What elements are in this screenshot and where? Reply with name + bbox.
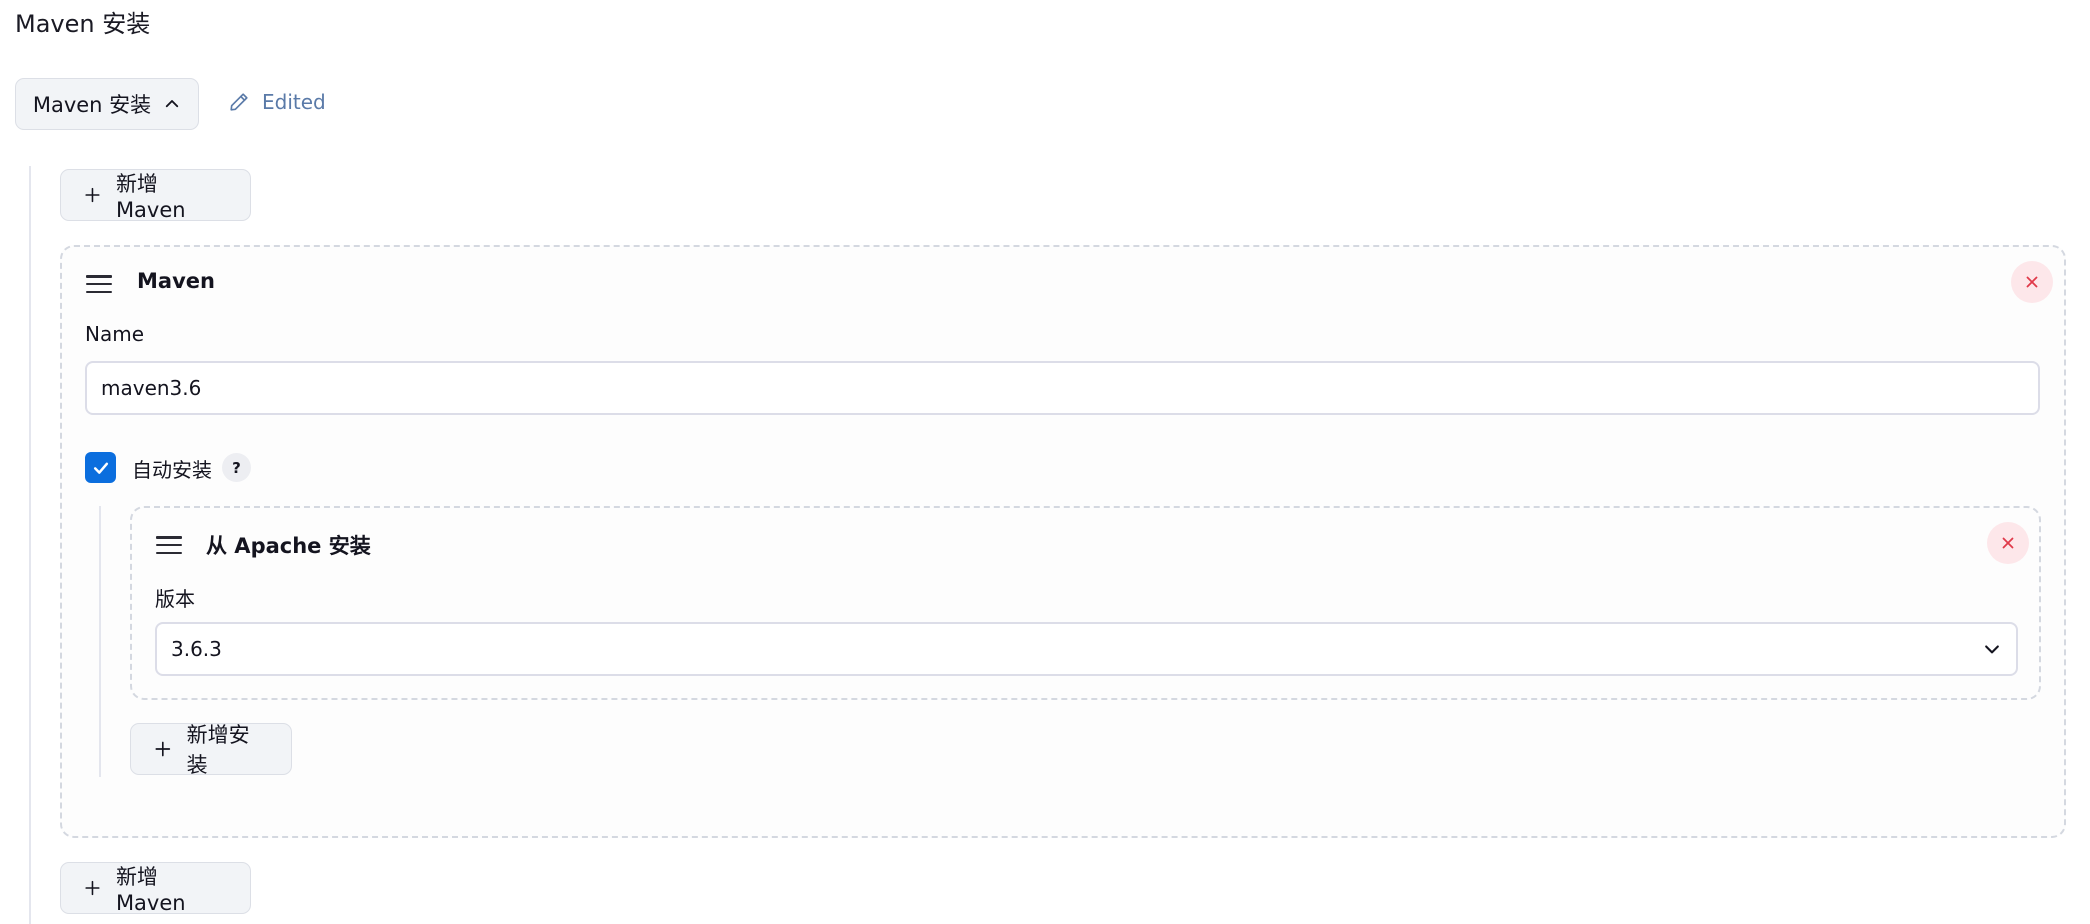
maven-card-title: Maven [137,269,215,293]
chevron-up-icon [165,100,179,108]
maven-installations-toggle-button[interactable]: Maven 安装 [15,78,199,130]
add-installer-label: 新增安装 [186,723,250,777]
version-field-label: 版本 [155,587,195,611]
add-maven-button-bottom[interactable]: 新增 Maven [60,862,251,915]
edited-indicator: Edited [228,90,326,114]
auto-install-checkbox[interactable] [85,452,116,483]
plus-icon [85,187,100,203]
plus-icon [155,741,171,757]
add-maven-label: 新增 Maven [115,172,186,222]
version-select[interactable]: 3.6.3 [155,622,2018,676]
add-maven-label: 新增 Maven [115,865,186,915]
drag-handle-icon[interactable] [156,536,182,554]
close-icon [2026,276,2038,288]
remove-maven-button[interactable] [2011,261,2053,303]
name-input[interactable] [85,361,2040,415]
pencil-icon [230,93,248,111]
drag-handle-icon[interactable] [86,275,112,293]
checkmark-icon [93,462,108,474]
auto-install-help-button[interactable]: ? [222,453,251,482]
section-title: Maven 安装 [15,10,151,38]
maven-installations-section: Maven 安装 Maven 安装 Edited 新增 Maven Maven … [0,0,2090,924]
add-maven-button-top[interactable]: 新增 Maven [60,169,251,222]
plus-icon [85,880,100,896]
edited-label: Edited [262,90,326,114]
version-select-value: 3.6.3 [171,637,222,661]
close-icon [2002,537,2014,549]
remove-installer-button[interactable] [1987,522,2029,564]
auto-install-label[interactable]: 自动安装 [132,454,212,483]
name-field-label: Name [85,322,145,346]
outer-nesting-rail [29,166,31,924]
toggle-button-label: Maven 安装 [32,93,152,117]
chevron-down-icon [1985,645,1999,654]
apache-card-title: 从 Apache 安装 [206,534,371,558]
inner-nesting-rail [99,506,101,777]
add-installer-button[interactable]: 新增安装 [130,723,292,777]
